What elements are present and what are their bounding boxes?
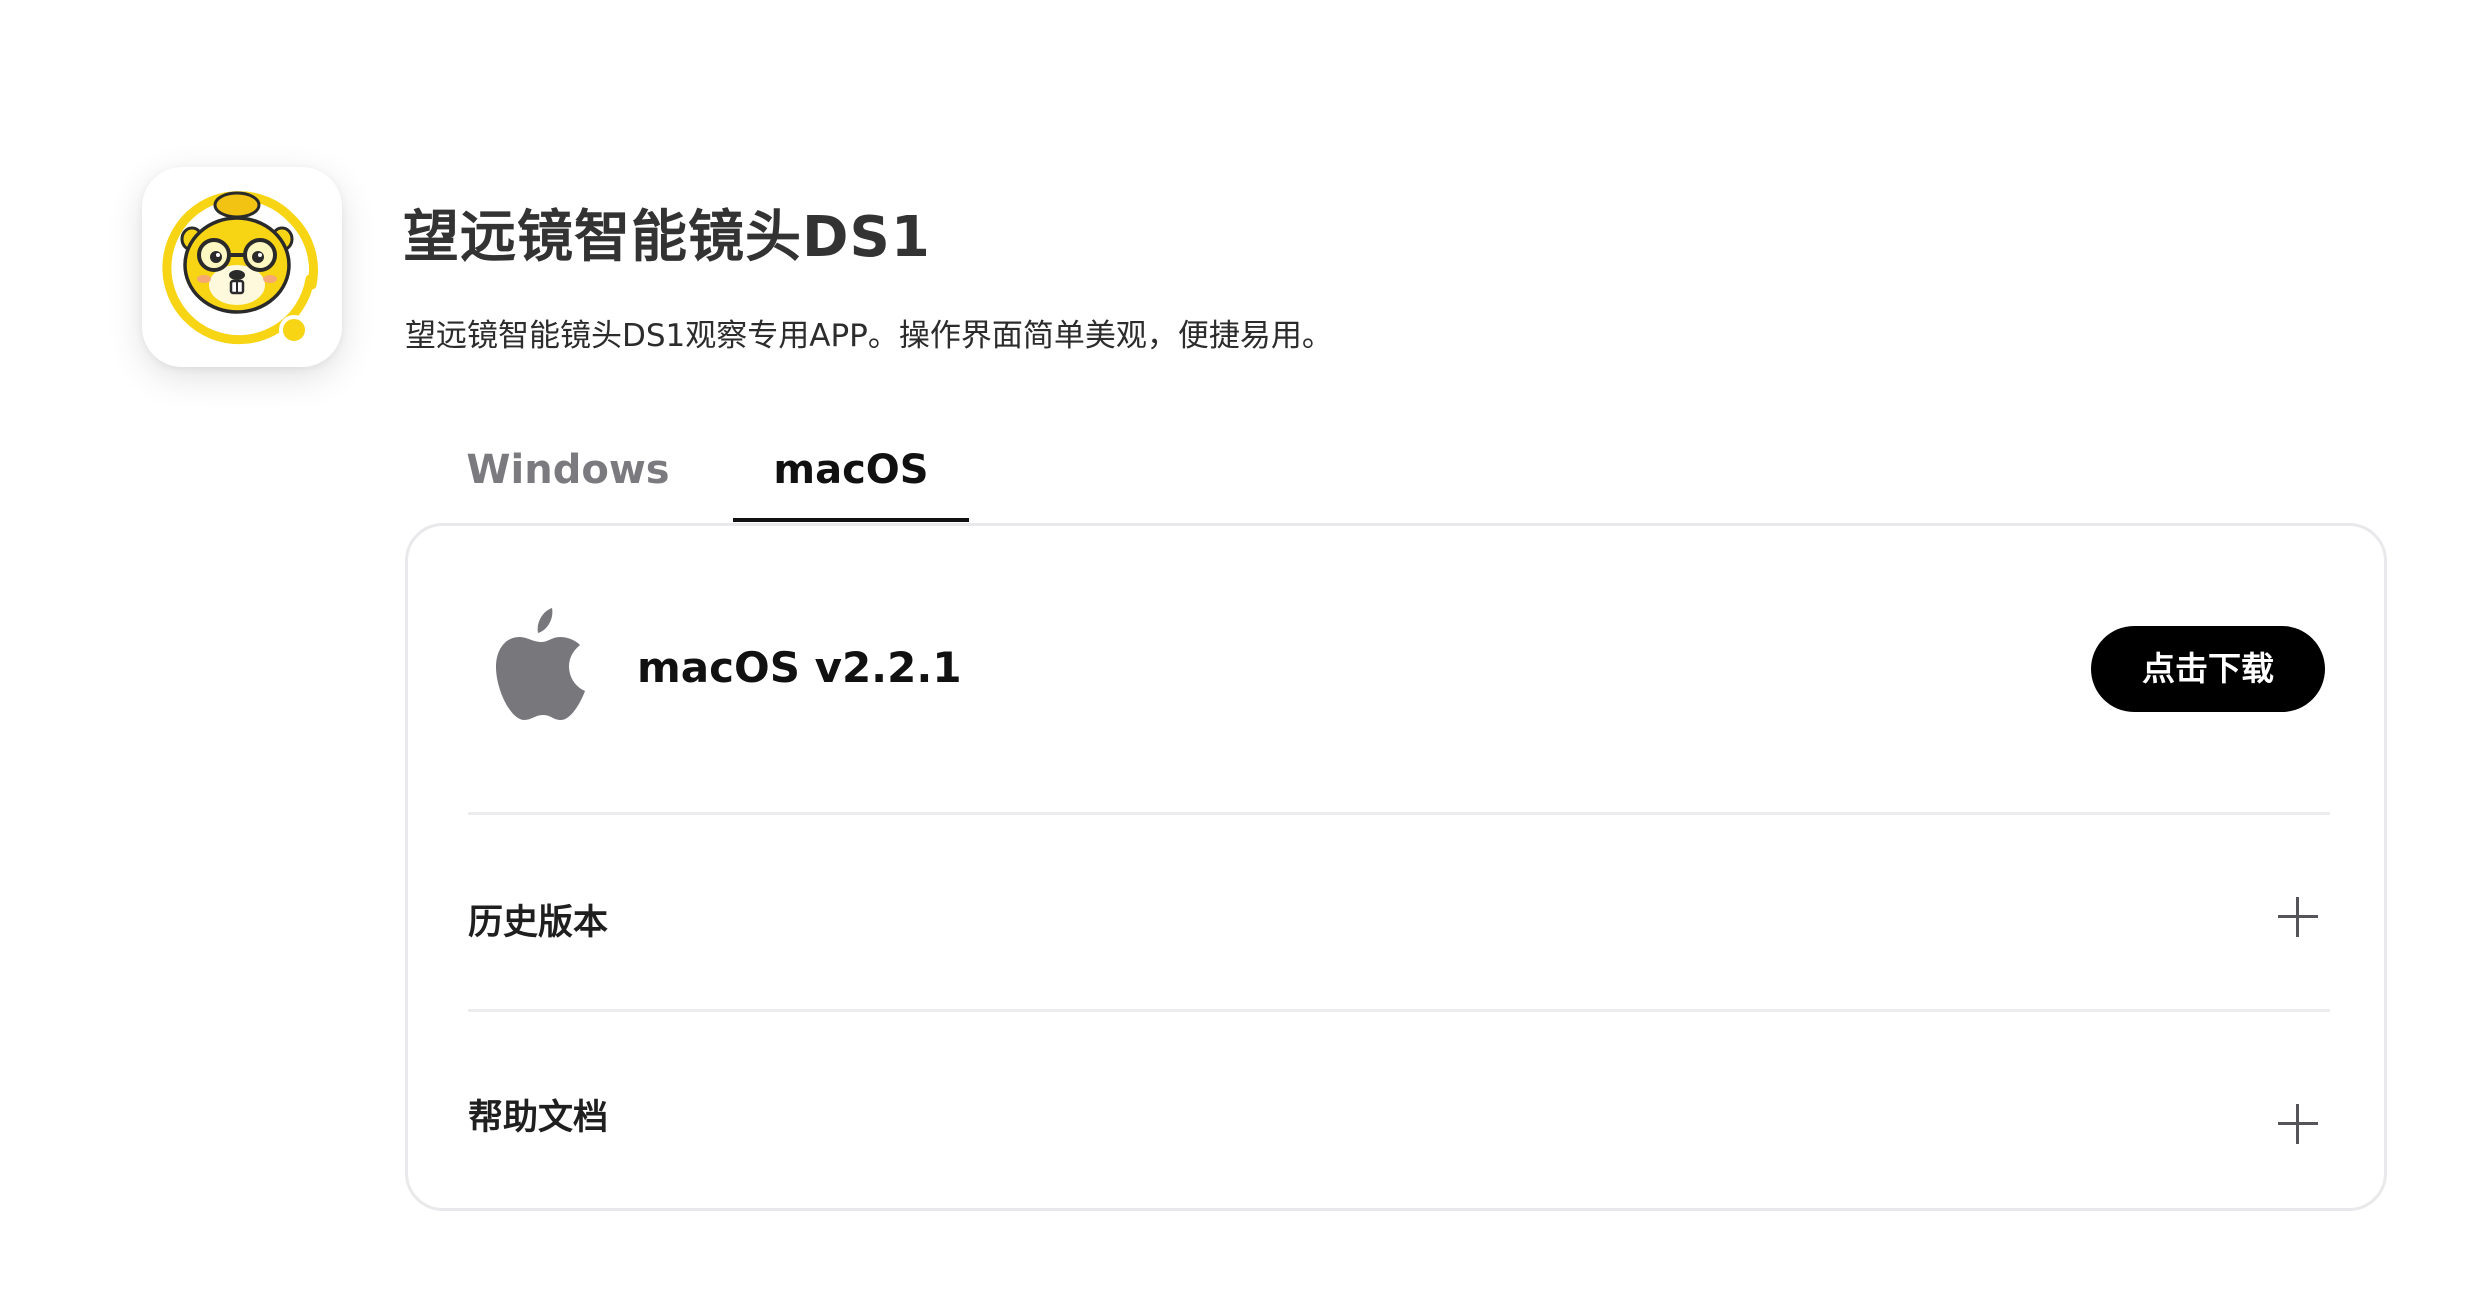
- download-card: macOS v2.2.1 点击下载 历史版本 帮助文档: [405, 523, 2387, 1211]
- plus-icon[interactable]: [2278, 897, 2318, 937]
- apple-icon: [496, 608, 585, 720]
- active-tab-indicator: [733, 518, 969, 522]
- help-docs-row[interactable]: 帮助文档: [468, 1061, 2330, 1161]
- plus-icon[interactable]: [2278, 1104, 2318, 1144]
- version-label: macOS v2.2.1: [637, 643, 962, 692]
- history-versions-row[interactable]: 历史版本: [468, 866, 2330, 966]
- divider: [468, 1009, 2330, 1012]
- divider: [468, 812, 2330, 815]
- download-button[interactable]: 点击下载: [2091, 626, 2325, 712]
- tab-label: macOS: [773, 447, 929, 493]
- tab-macos[interactable]: macOS: [733, 438, 969, 524]
- tab-label: Windows: [466, 447, 670, 493]
- tab-windows[interactable]: Windows: [450, 438, 686, 524]
- history-versions-label: 历史版本: [468, 903, 609, 943]
- help-docs-label: 帮助文档: [468, 1098, 609, 1138]
- app-description: 望远镜智能镜头DS1观察专用APP。操作界面简单美观，便捷易用。: [405, 318, 1333, 354]
- beaver-mascot-icon: [162, 191, 318, 345]
- app-title: 望远镜智能镜头DS1: [403, 205, 931, 270]
- app-icon: [142, 167, 342, 367]
